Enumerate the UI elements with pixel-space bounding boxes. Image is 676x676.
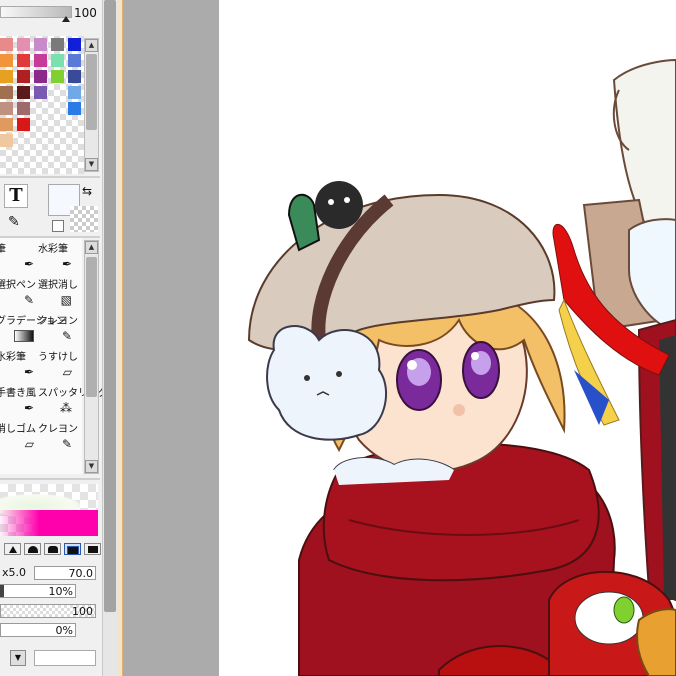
scroll-up-icon[interactable]: ▲ <box>85 39 98 52</box>
swatch[interactable] <box>34 38 47 51</box>
density-bar <box>0 585 4 597</box>
scroll-thumb[interactable] <box>86 257 97 397</box>
swatch[interactable] <box>0 118 13 131</box>
pen-icon: ✎ <box>61 329 72 343</box>
divider <box>0 176 100 178</box>
swatch[interactable] <box>0 86 13 99</box>
tool-crayon-2[interactable]: クレヨン ✎ <box>38 418 78 452</box>
density-field[interactable]: 10% <box>0 584 76 598</box>
dropdown-arrow-icon[interactable]: ▼ <box>10 650 26 666</box>
swatch[interactable] <box>51 54 64 67</box>
opacity-value: 100 <box>74 6 97 20</box>
swatch[interactable] <box>68 102 81 115</box>
swatch[interactable] <box>17 86 30 99</box>
gradient-icon <box>14 330 34 342</box>
swatch[interactable] <box>17 54 30 67</box>
tool-grid: 筆 ✒ 水彩筆 ✒ 選択ペン ✎ 選択消し ▧ グラデーション クレヨン ✎ 水彩筆 ✒ う… <box>0 238 108 474</box>
swatch[interactable] <box>51 38 64 51</box>
swatch[interactable] <box>0 134 13 147</box>
divider <box>0 478 100 480</box>
swatch[interactable] <box>17 118 30 131</box>
brush-shape-1[interactable] <box>4 543 21 555</box>
tool-brush[interactable]: 筆 ✒ <box>0 238 36 272</box>
eraser-icon: ▱ <box>24 437 34 451</box>
drawing-canvas[interactable] <box>219 0 676 676</box>
tool-crayon[interactable]: クレヨン ✎ <box>38 310 78 344</box>
brush-shape-5[interactable] <box>84 543 101 555</box>
brush-preview <box>0 484 98 536</box>
blend-field[interactable]: 100 <box>0 604 96 618</box>
swatch[interactable] <box>68 70 81 83</box>
scroll-down-icon[interactable]: ▼ <box>85 158 98 171</box>
brush-size-field[interactable]: 70.0 <box>34 566 96 580</box>
brush-shape-4[interactable] <box>64 543 81 555</box>
scroll-up-icon[interactable]: ▲ <box>85 241 98 254</box>
tool-selection-eraser[interactable]: 選択消し ▧ <box>38 274 78 308</box>
brush-shape-row <box>4 542 101 558</box>
tool-gradation[interactable]: グラデーション <box>0 310 66 344</box>
text-tool-icon[interactable]: T <box>4 184 28 208</box>
swatch[interactable] <box>34 54 47 67</box>
swatch[interactable] <box>17 38 30 51</box>
swatch[interactable] <box>0 102 13 115</box>
scroll-thumb[interactable] <box>86 54 97 130</box>
slider-handle[interactable] <box>62 16 70 22</box>
panel-scroll-thumb[interactable] <box>104 0 116 612</box>
swap-arrows-icon[interactable]: ⇆ <box>82 184 92 198</box>
swatch[interactable] <box>68 86 81 99</box>
preview-stroke <box>0 510 98 536</box>
swatch[interactable] <box>34 86 47 99</box>
swatch-palette[interactable] <box>0 36 84 174</box>
spatter-icon: ⁂ <box>60 401 72 415</box>
swatch[interactable] <box>17 70 30 83</box>
pen-icon: ✒ <box>23 365 34 379</box>
swatch[interactable] <box>0 38 13 51</box>
swatch[interactable] <box>17 102 30 115</box>
brush-shape-2[interactable] <box>24 543 41 555</box>
pen-icon: ✎ <box>61 437 72 451</box>
pen-icon: ✎ <box>23 293 34 307</box>
tool-light-eraser[interactable]: うすけし ▱ <box>38 346 78 380</box>
sub-color-box[interactable] <box>70 206 98 232</box>
brush-shape-3[interactable] <box>44 543 61 555</box>
eraser-icon: ▧ <box>60 293 72 307</box>
tool-scrollbar[interactable]: ▲ ▼ <box>84 240 99 474</box>
palette-scrollbar[interactable]: ▲ ▼ <box>84 38 99 172</box>
swatch[interactable] <box>0 54 13 67</box>
eraser-icon: ▱ <box>62 365 72 379</box>
pen-icon: ✒ <box>23 257 34 271</box>
texture-dropdown[interactable] <box>34 650 96 666</box>
workspace-background <box>123 0 219 676</box>
tool-panel: 100 ▲ ▼ T ✎ ⇆ 筆 ✒ 水彩筆 ✒ 選択ペン ✎ 選択消し ▧ グラ… <box>0 0 108 676</box>
artwork <box>247 58 676 676</box>
tool-spatter[interactable]: スパッタリング ⁂ <box>38 382 108 416</box>
swatch[interactable] <box>68 38 81 51</box>
size-multiplier[interactable]: x5.0 <box>0 566 30 580</box>
swatch[interactable] <box>0 70 13 83</box>
swatch[interactable] <box>34 70 47 83</box>
scroll-down-icon[interactable]: ▼ <box>85 460 98 473</box>
tool-eraser[interactable]: 消しゴム ▱ <box>0 418 36 452</box>
tool-selection-pen[interactable]: 選択ペン ✎ <box>0 274 36 308</box>
eyedropper-icon[interactable]: ✎ <box>8 214 20 230</box>
transparent-color-icon[interactable] <box>52 220 64 232</box>
swatch[interactable] <box>51 70 64 83</box>
tool-handwriting[interactable]: 手書き風 ✒ <box>0 382 36 416</box>
pen-icon: ✒ <box>61 257 72 271</box>
tool-watercolor[interactable]: 水彩筆 ✒ <box>38 238 74 272</box>
pen-icon: ✒ <box>23 401 34 415</box>
min-density-field[interactable]: 0% <box>0 623 76 637</box>
swatch[interactable] <box>68 54 81 67</box>
tool-watercolor-2[interactable]: 水彩筆 ✒ <box>0 346 36 380</box>
